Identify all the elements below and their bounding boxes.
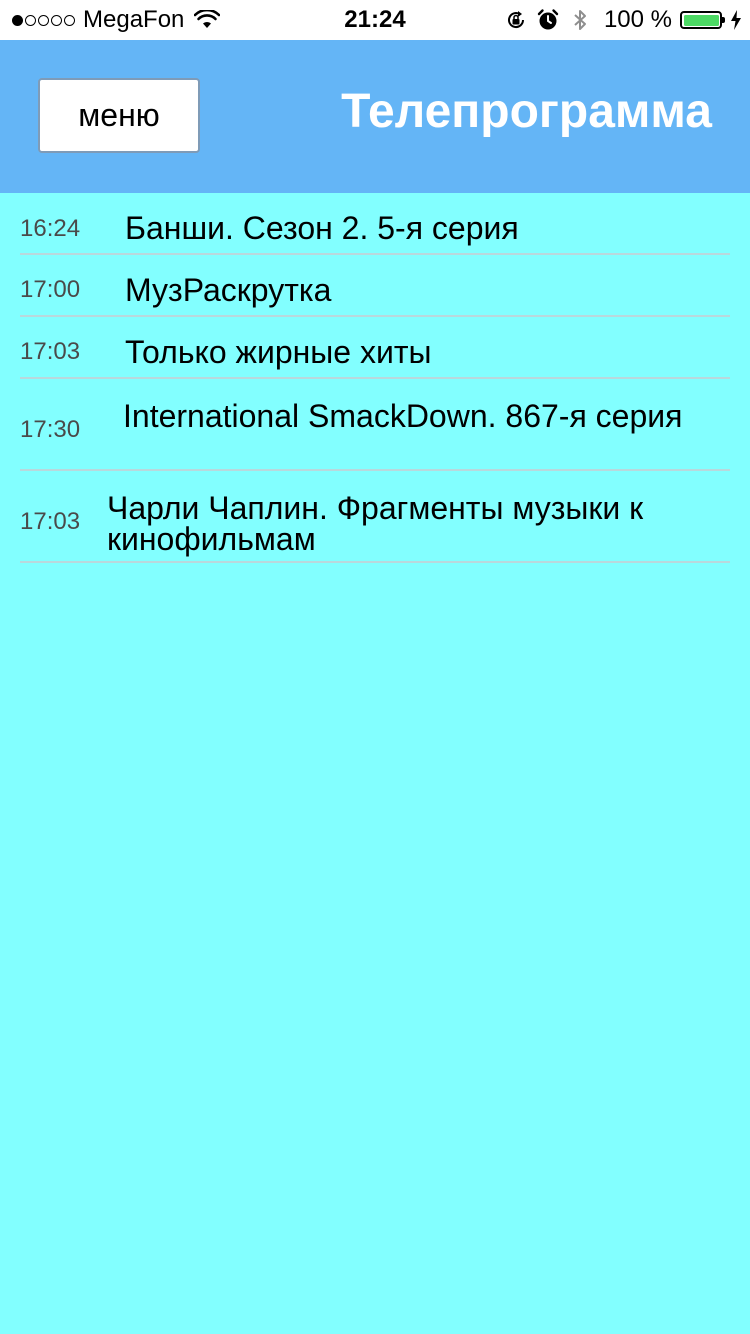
list-item[interactable]: 16:24 Банши. Сезон 2. 5-я серия: [20, 194, 730, 255]
program-time: 17:03: [20, 338, 81, 365]
program-title: Чарли Чаплин. Фрагменты музыки к кинофил…: [107, 490, 644, 557]
list-item[interactable]: 17:03 Только жирные хиты: [20, 317, 730, 379]
charging-bolt-icon: [731, 10, 741, 30]
schedule-list: 16:24 Банши. Сезон 2. 5-я серия 17:00 Му…: [20, 194, 730, 563]
alarm-icon: [537, 9, 559, 30]
program-title: МузРаскрутка: [125, 272, 332, 308]
battery-percent: 100 %: [603, 6, 672, 33]
app-header: меню Телепрограмма: [0, 40, 750, 193]
program-time: 17:30: [20, 416, 81, 443]
list-item[interactable]: 17:00 МузРаскрутка: [20, 255, 730, 317]
status-bar: MegaFon 21:24 100 %: [0, 0, 750, 40]
list-item[interactable]: 17:30 International SmackDown. 867-я сер…: [20, 379, 730, 471]
list-item[interactable]: 17:03 Чарли Чаплин. Фрагменты музыки к к…: [20, 471, 730, 563]
page-title: Телепрограмма: [341, 85, 712, 138]
program-time: 16:24: [20, 215, 81, 242]
program-title: Банши. Сезон 2. 5-я серия: [125, 210, 519, 246]
battery-level: [683, 14, 719, 26]
program-title: Только жирные хиты: [125, 334, 432, 370]
status-right: 100 %: [504, 0, 742, 40]
rotation-lock-icon: [507, 11, 524, 29]
bluetooth-icon: [574, 10, 586, 30]
program-time: 17:03: [20, 508, 81, 535]
program-time: 17:00: [20, 276, 81, 303]
program-title: International SmackDown. 867-я серия: [123, 398, 683, 434]
battery-icon: [680, 11, 725, 29]
menu-button[interactable]: меню: [38, 78, 200, 153]
